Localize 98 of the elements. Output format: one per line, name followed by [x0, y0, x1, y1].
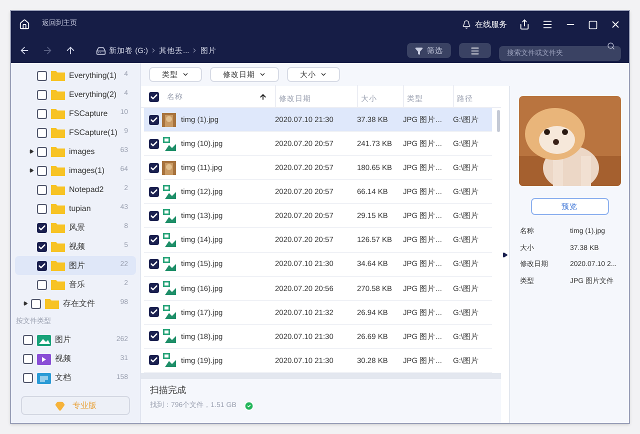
image-file-icon: [162, 184, 176, 199]
checkbox[interactable]: [149, 235, 159, 246]
checkbox[interactable]: [37, 260, 47, 270]
checkbox[interactable]: [149, 92, 159, 102]
menu-icon[interactable]: [542, 19, 553, 30]
checkbox[interactable]: [149, 162, 159, 173]
folder-name: Notepad2: [69, 184, 104, 196]
folder-name: Everything(1): [69, 70, 117, 82]
folder-icon: [51, 279, 65, 290]
caret-icon: [182, 71, 189, 78]
folder-name: 音乐: [69, 278, 85, 290]
drive-icon: [96, 46, 106, 56]
folder-icon: [51, 127, 65, 138]
support-link[interactable]: 在线服务: [475, 18, 507, 30]
folder-name: FSCapture(1): [69, 126, 118, 138]
scrollbar-thumb[interactable]: [496, 110, 500, 132]
checkbox[interactable]: [31, 298, 41, 308]
image-file-icon: [162, 353, 176, 368]
folder-icon: [51, 203, 65, 214]
up-icon[interactable]: [65, 45, 76, 56]
folder-name: 存在文件: [63, 298, 95, 310]
folder-name: Everything(2): [69, 88, 117, 100]
checkbox[interactable]: [37, 128, 47, 138]
checkbox[interactable]: [149, 186, 159, 197]
expand-icon[interactable]: [29, 149, 34, 154]
expand-icon[interactable]: [29, 168, 34, 173]
folder-icon: [51, 89, 65, 100]
folder-icon: [51, 108, 65, 119]
view-menu-button[interactable]: [459, 43, 491, 58]
checkbox[interactable]: [149, 331, 159, 342]
image-file-icon: [162, 281, 176, 296]
image-file-icon: [162, 208, 176, 223]
image-file-icon: [162, 233, 176, 248]
document-type-icon: [37, 372, 51, 384]
checkbox[interactable]: [37, 184, 47, 194]
checkbox[interactable]: [23, 335, 33, 345]
checkbox[interactable]: [37, 242, 47, 252]
checkbox[interactable]: [37, 280, 47, 290]
back-icon[interactable]: [19, 45, 30, 56]
checkbox[interactable]: [149, 307, 159, 318]
sort-icon[interactable]: [259, 92, 267, 100]
search-icon[interactable]: [607, 42, 615, 50]
filter-icon: [415, 46, 423, 54]
home-icon[interactable]: [19, 19, 30, 30]
success-icon: [244, 400, 254, 411]
checkbox[interactable]: [149, 210, 159, 221]
caret-icon: [259, 71, 266, 78]
share-icon[interactable]: [519, 19, 530, 30]
list-icon: [470, 46, 480, 56]
checkbox[interactable]: [37, 108, 47, 118]
checkbox[interactable]: [149, 114, 159, 125]
checkbox[interactable]: [149, 355, 159, 366]
video-type-icon: [37, 354, 51, 364]
checkbox[interactable]: [37, 166, 47, 176]
checkbox[interactable]: [149, 138, 159, 149]
forward-icon[interactable]: [42, 45, 53, 56]
checkbox[interactable]: [23, 373, 33, 383]
file-type-name: 文档: [55, 372, 71, 384]
folder-icon: [51, 260, 65, 271]
file-type-name: 图片: [55, 334, 71, 346]
image-type-icon: [37, 334, 51, 346]
file-type-name: 视频: [55, 353, 71, 365]
separator-icon: [150, 47, 157, 54]
checkbox[interactable]: [37, 222, 47, 232]
support-icon[interactable]: [462, 20, 471, 29]
folder-name: images(1): [69, 164, 105, 176]
diamond-icon: [54, 400, 64, 410]
collapse-panel-icon[interactable]: [502, 252, 508, 258]
image-file-icon: [162, 329, 176, 344]
folder-name: 图片: [69, 260, 85, 272]
folder-name: 风景: [69, 222, 85, 234]
folder-icon: [51, 146, 65, 157]
checkbox[interactable]: [149, 283, 159, 294]
folder-name: 视频: [69, 240, 85, 252]
status-title: 扫描完成: [150, 384, 187, 397]
folder-name: images: [69, 146, 95, 158]
checkbox[interactable]: [23, 354, 33, 364]
folder-icon: [45, 298, 59, 309]
image-file-icon: [162, 257, 176, 272]
checkbox[interactable]: [149, 259, 159, 270]
checkbox[interactable]: [37, 146, 47, 156]
folder-icon: [51, 184, 65, 195]
folder-icon: [51, 70, 65, 81]
folder-icon: [51, 241, 65, 252]
checkbox[interactable]: [37, 90, 47, 100]
checkbox[interactable]: [37, 70, 47, 80]
folder-icon: [51, 222, 65, 233]
caret-icon: [320, 71, 327, 78]
separator-icon: [191, 47, 198, 54]
expand-icon[interactable]: [23, 301, 28, 306]
folder-name: tupian: [69, 202, 91, 214]
image-file-icon: [162, 305, 176, 320]
checkbox[interactable]: [37, 204, 47, 214]
maximize-icon[interactable]: [588, 20, 598, 30]
image-file-icon: [162, 136, 176, 151]
folder-name: FSCapture: [69, 108, 108, 120]
close-icon[interactable]: [610, 19, 621, 30]
folder-icon: [51, 165, 65, 176]
